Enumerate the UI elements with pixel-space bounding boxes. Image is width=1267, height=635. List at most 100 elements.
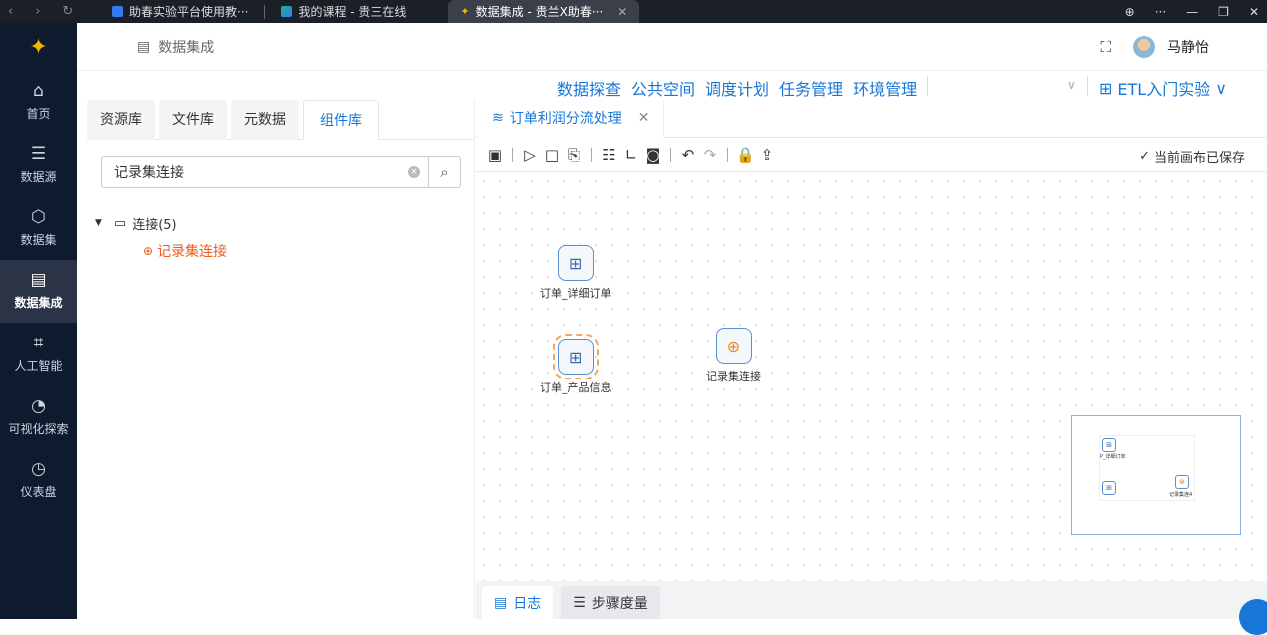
window-controls: ⊕ ··· — ❐ ✕ [1125,0,1259,23]
sidebar-item-integration[interactable]: ▤ 数据集成 [0,260,77,323]
browser-tab-0[interactable]: 助春实验平台使用教··· [100,0,260,23]
sidebar-item-ai[interactable]: ⌗ 人工智能 [0,323,77,386]
menu-item-tasks[interactable]: 任务管理 [779,76,843,100]
sidebar-item-label: 可视化探索 [8,422,69,436]
align-icon[interactable]: ☷ [600,146,618,164]
project-name: ETL入门实验 [1117,80,1211,99]
browser-tab-title: 数据集成 - 贵兰X助春··· [475,5,604,19]
grid-icon[interactable]: ◙ [644,146,662,164]
tab-log[interactable]: ▤ 日志 [482,586,554,619]
tab-label: 日志 [513,595,542,612]
upload-icon[interactable]: ⇪ [758,146,776,164]
project-selector[interactable]: ⊞ ETL入门实验 ∨ [1099,76,1227,100]
menu-item-schedule[interactable]: 调度计划 [705,76,769,100]
tree-item[interactable]: ⊕ 记录集连接 [143,241,227,261]
sparkle-icon: ✦ [460,5,470,18]
search-icon[interactable]: ⌕ [428,157,460,187]
server-icon: ▤ [137,38,151,55]
sidebar-item-label: 数据集 [20,233,57,247]
sidebar-item-visual[interactable]: ◔ 可视化探索 [0,386,77,449]
flow-canvas[interactable]: ⊞ 订单_详细订单 ⊞ 订单_产品信息 ⊕ 记录集连接 ⊞ P_详细订单 ⊞ ⊕… [476,173,1267,581]
flow-node[interactable]: ⊕ 记录集连接 [706,328,761,384]
sidebar-item-datasource[interactable]: ☰ 数据源 [0,134,77,197]
redo-icon[interactable]: ↷ [701,146,719,164]
browser-tab-1[interactable]: 我的课程 - 贵三在线 [269,0,418,23]
tab-metadata[interactable]: 元数据 [231,100,299,140]
layout-icon[interactable]: ∟ [622,146,640,164]
help-button[interactable] [1239,599,1267,635]
sidebar-item-label: 人工智能 [14,359,63,373]
editor-tab[interactable]: ≋ 订单利润分流处理 ✕ [478,100,665,138]
close-icon[interactable]: ✕ [617,5,627,19]
join-icon: ⊕ [715,328,752,364]
stop-icon[interactable]: □ [543,146,561,164]
sidebar-item-home[interactable]: ⌂ 首页 [0,71,77,134]
menu-item-environment[interactable]: 环境管理 [853,76,917,100]
close-window-icon[interactable]: ✕ [1249,5,1259,19]
reload-icon[interactable]: ↻ [62,4,73,19]
menu-item-explore[interactable]: 数据探查 [557,76,621,100]
component-tree: ▼ ▭ 连接(5) ⊕ 记录集连接 [95,213,227,261]
more-icon[interactable]: ··· [1155,5,1166,19]
tree-item-label: 记录集连接 [157,244,228,260]
minimize-icon[interactable]: — [1186,5,1198,19]
search-input[interactable] [102,157,408,187]
database-icon: ☰ [30,144,47,164]
tab-files[interactable]: 文件库 [159,100,227,140]
home-icon: ⌂ [33,81,44,101]
tree-folder[interactable]: ▼ ▭ 连接(5) [95,213,227,233]
table-input-icon: ⊞ [552,334,599,380]
tab-components[interactable]: 组件库 [303,100,379,140]
user-name[interactable]: 马静怡 [1167,37,1209,57]
minimap[interactable]: ⊞ P_详细订单 ⊞ ⊕ 记录集连4 [1071,415,1241,535]
preview-icon[interactable]: ⎘ [565,146,583,164]
tab-step-metrics[interactable]: ☰ 步骤度量 [561,586,660,619]
app-logo[interactable]: ✦ [0,23,77,71]
fullscreen-icon[interactable]: ⛶ [1100,38,1111,56]
browser-tab-bar: ‹ › ↻ 助春实验平台使用教··· 我的课程 - 贵三在线 ✦ 数据集成 - … [0,0,1267,23]
cube-icon: ⬡ [31,207,46,227]
menu-divider [1087,76,1088,96]
globe-icon[interactable]: ⊕ [1125,5,1135,19]
sidebar-item-label: 仪表盘 [20,485,57,499]
top-menu-items: 数据探查 公共空间 调度计划 任务管理 环境管理 [557,76,917,100]
user-menu[interactable]: ⛶ 马静怡 [1100,35,1209,58]
avatar[interactable] [1133,35,1155,58]
toolbar-divider [670,147,671,162]
save-status-text: 当前画布已保存 [1153,151,1245,166]
chevron-down-icon[interactable]: ∨ [1067,78,1076,92]
bottom-panel-tabs: ▤ 日志 ☰ 步骤度量 [476,581,1267,635]
panel-tabs: 资源库 文件库 元数据 组件库 [87,100,474,140]
caret-down-icon[interactable]: ▼ [95,218,102,228]
sidebar-item-label: 数据源 [20,170,57,184]
menu-divider [927,76,928,96]
pie-chart-icon: ◔ [31,396,46,416]
breadcrumb: ▤ 数据集成 [137,37,214,57]
component-search: × ⌕ [101,156,461,188]
run-icon[interactable]: ▷ [521,146,539,164]
minimap-node: ⊞ [1102,438,1116,452]
minimap-label: 记录集连4 [1169,492,1193,498]
forward-icon[interactable]: › [35,4,40,19]
toolbar-divider [512,147,513,162]
sidebar-item-dataset[interactable]: ⬡ 数据集 [0,197,77,260]
sidebar-item-label: 数据集成 [14,296,63,310]
lock-icon[interactable]: 🔒 [736,146,755,164]
back-icon[interactable]: ‹ [8,4,13,19]
close-icon[interactable]: ✕ [638,110,650,126]
tab-resources[interactable]: 资源库 [87,100,155,140]
restore-icon[interactable]: ❐ [1218,5,1229,19]
undo-icon[interactable]: ↶ [679,146,697,164]
browser-tab-2[interactable]: ✦ 数据集成 - 贵兰X助春··· ✕ [448,0,640,23]
save-icon[interactable]: ▣ [486,146,504,164]
sidebar-item-dashboard[interactable]: ◷ 仪表盘 [0,449,77,512]
editor-toolbar: ▣ ▷ □ ⎘ ☷ ∟ ◙ ↶ ↷ 🔒 ⇪ ✓ 当前画布已保存 [476,138,1267,172]
flow-node[interactable]: ⊞ 订单_详细订单 [540,245,612,301]
clear-icon[interactable]: × [408,166,420,178]
minimap-label: P_详细订单 [1100,454,1126,460]
flow-node[interactable]: ⊞ 订单_产品信息 [540,334,612,395]
menu-item-public-space[interactable]: 公共空间 [631,76,695,100]
doc-icon [112,6,123,17]
page-title: 数据集成 [158,39,215,56]
browser-nav: ‹ › ↻ [0,4,100,19]
